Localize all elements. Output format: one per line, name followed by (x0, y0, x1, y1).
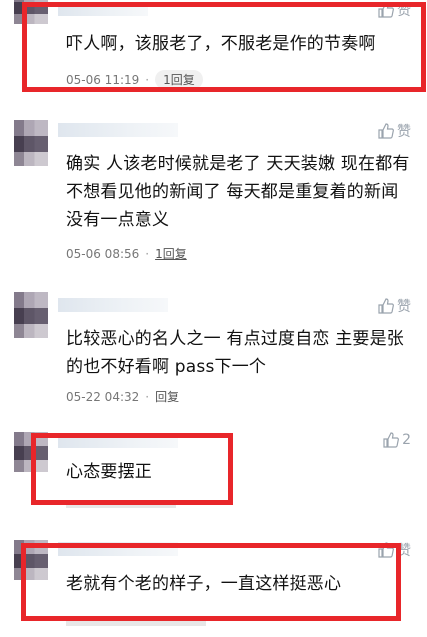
like-button[interactable]: 赞 (378, 296, 411, 316)
comment-meta: 05-06 11:19 · 1回复 (66, 70, 203, 89)
meta-obscured (66, 500, 176, 508)
username-blurred[interactable] (58, 542, 178, 556)
thumbs-up-icon (378, 123, 394, 139)
thumbs-up-icon (378, 2, 394, 18)
avatar[interactable] (14, 120, 48, 166)
comment-item: 赞 吓人啊，该服老了，不服老是作的节奏啊 05-06 11:19 · 1回复 (0, 0, 427, 100)
thumbs-up-icon (378, 542, 394, 558)
comment-text: 吓人啊，该服老了，不服老是作的节奏啊 (66, 34, 376, 54)
comment-item: 赞 老就有个老的样子，一直这样挺恶心 (0, 530, 427, 637)
comment-item: 赞 确实 人该老时候就是老了 天天装嫩 现在都有不想看见他的新闻了 每天都是重复… (0, 115, 427, 275)
like-button[interactable]: 赞 (378, 0, 411, 20)
reply-button[interactable]: 回复 (155, 388, 179, 405)
comment-text: 确实 人该老时候就是老了 天天装嫩 现在都有不想看见他的新闻了 每天都是重复着的… (66, 154, 410, 230)
avatar[interactable] (14, 540, 48, 580)
like-count: 2 (402, 432, 411, 448)
thumbs-up-icon (383, 432, 400, 448)
separator: · (145, 246, 150, 261)
comment-meta: 05-22 04:32 · 回复 (66, 388, 179, 405)
reply-button[interactable]: 1回复 (155, 70, 203, 89)
like-label: 赞 (397, 543, 411, 559)
separator: · (145, 72, 150, 87)
comment-time: 05-22 04:32 (66, 389, 140, 404)
thumbs-up-icon (378, 298, 394, 314)
username-blurred[interactable] (58, 2, 148, 16)
comment-time: 05-06 08:56 (66, 246, 140, 261)
comment-meta: 05-06 08:56 · 1回复 (66, 245, 187, 262)
username-blurred[interactable] (58, 298, 168, 312)
meta-obscured (66, 618, 206, 626)
avatar[interactable] (14, 292, 48, 338)
comment-item: 赞 比较恶心的名人之一 有点过度自恋 主要是张的也不好看啊 pass下一个 05… (0, 292, 427, 412)
separator: · (145, 389, 150, 404)
like-label: 赞 (397, 299, 411, 315)
comment-item: 2 心态要摆正 (0, 424, 427, 514)
comment-text: 心态要摆正 (66, 462, 152, 482)
comment-text: 老就有个老的样子，一直这样挺恶心 (66, 574, 342, 594)
avatar[interactable] (14, 432, 48, 472)
like-label: 赞 (397, 124, 411, 140)
reply-button[interactable]: 1回复 (155, 245, 187, 262)
like-button[interactable]: 赞 (378, 121, 411, 141)
comment-text: 比较恶心的名人之一 有点过度自恋 主要是张的也不好看啊 pass下一个 (66, 329, 405, 377)
like-button[interactable]: 赞 (378, 540, 411, 560)
username-blurred[interactable] (58, 123, 178, 137)
like-label: 赞 (397, 3, 411, 19)
avatar[interactable] (14, 0, 48, 24)
comment-time: 05-06 11:19 (66, 72, 140, 87)
like-button[interactable]: 2 (383, 432, 411, 448)
username-blurred[interactable] (58, 434, 178, 448)
